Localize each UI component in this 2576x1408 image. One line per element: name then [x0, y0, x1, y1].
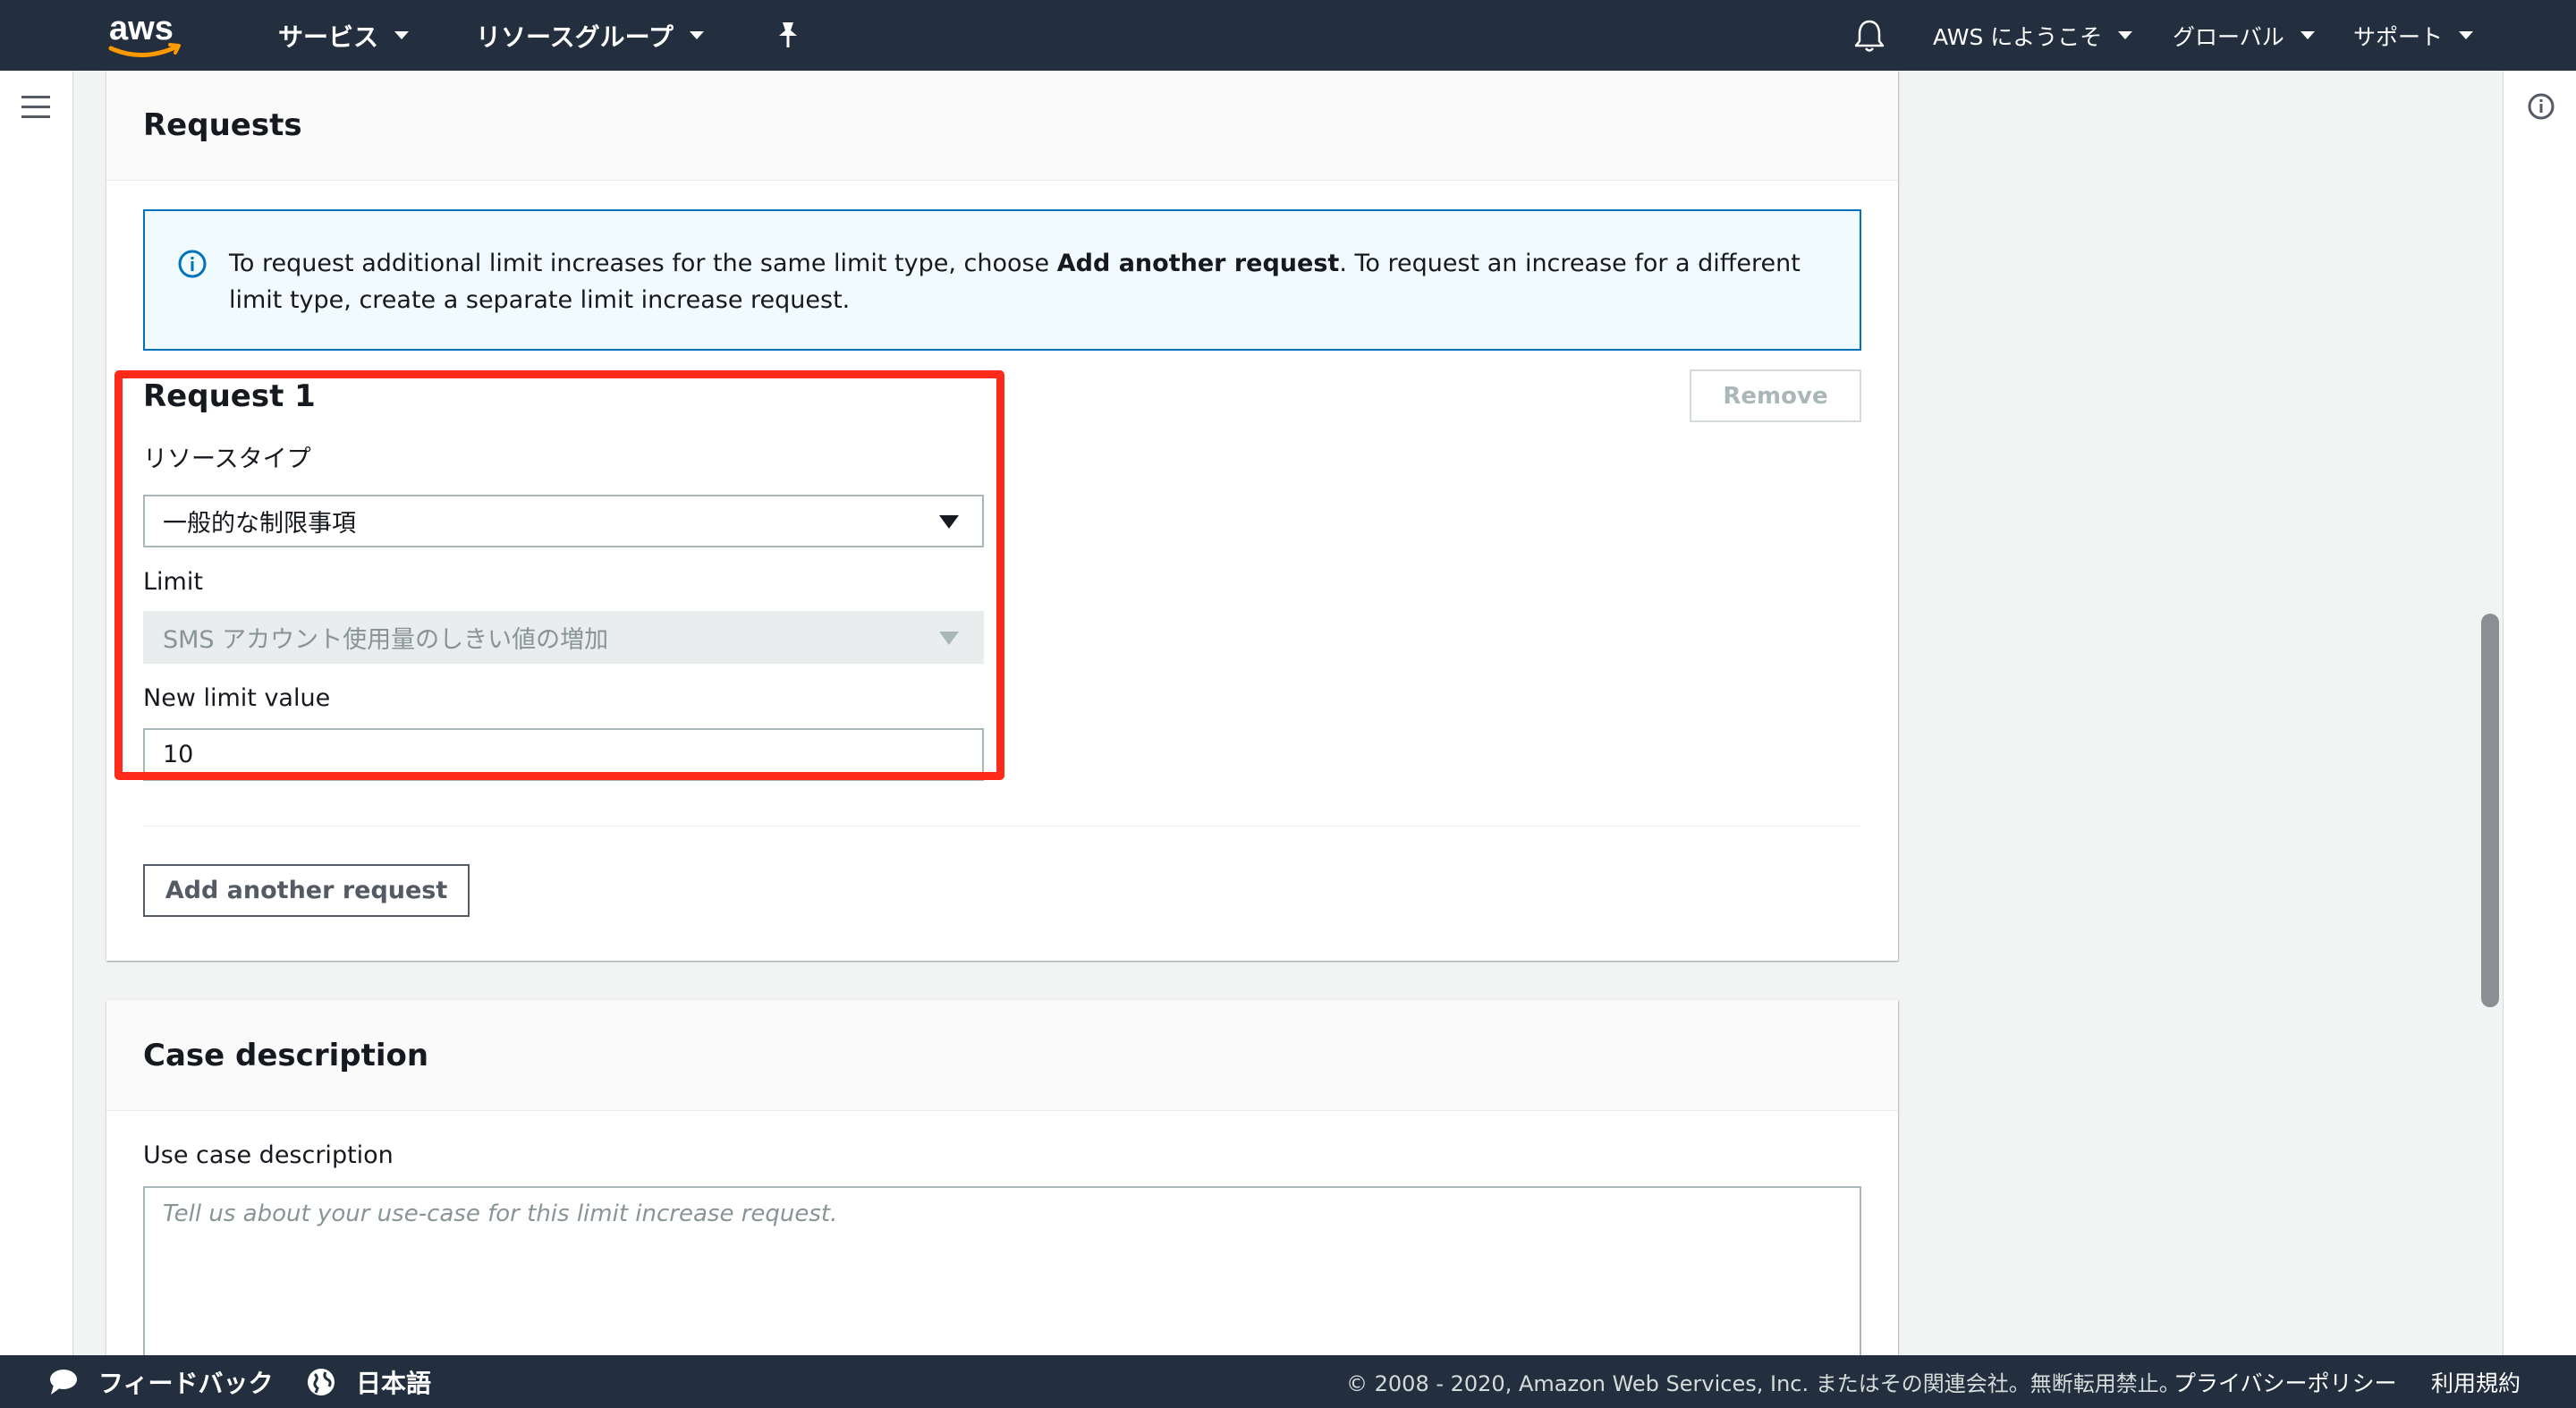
notifications-bell-icon[interactable] [1853, 18, 1885, 54]
right-rail [2503, 71, 2576, 1355]
region-menu[interactable]: グローバル [2173, 0, 2315, 71]
new-limit-input[interactable]: 10 [143, 728, 984, 781]
use-case-placeholder: Tell us about your use-case for this lim… [163, 1200, 838, 1227]
limit-label: Limit [143, 568, 203, 596]
chevron-down-icon [2300, 31, 2315, 39]
aws-logo-text: aws [109, 10, 174, 47]
use-case-label: Use case description [143, 1141, 394, 1169]
terms-link[interactable]: 利用規約 [2431, 1355, 2521, 1408]
feedback-link[interactable]: フィードバック [98, 1355, 273, 1408]
new-limit-value: 10 [163, 741, 194, 768]
add-another-request-button[interactable]: Add another request [143, 864, 470, 917]
case-description-panel-title: Case description [143, 1037, 429, 1073]
chevron-down-icon [2118, 31, 2133, 39]
resource-type-label: リソースタイプ [143, 445, 311, 473]
top-navigation: aws サービス リソースグループ AWS にようこそ グローバル サポート [0, 0, 2576, 71]
copyright-text: © 2008 - 2020, Amazon Web Services, Inc.… [1346, 1371, 2181, 1396]
footer: フィードバック 日本語 © 2008 - 2020, Amazon Web Se… [0, 1355, 2576, 1408]
support-menu-label: サポート [2353, 23, 2444, 50]
info-alert-text-before: To request additional limit increases fo… [229, 250, 1057, 277]
resource-groups-menu[interactable]: リソースグループ [476, 0, 704, 71]
privacy-policy-link[interactable]: プライバシーポリシー [2174, 1355, 2397, 1408]
chevron-down-icon [2459, 31, 2474, 39]
info-icon [177, 249, 208, 279]
pin-icon[interactable] [775, 20, 801, 50]
speech-bubble-icon [48, 1367, 79, 1397]
dropdown-arrow-icon [939, 515, 959, 529]
info-alert-text: To request additional limit increases fo… [229, 245, 1839, 318]
requests-panel-header: Requests [106, 71, 1898, 181]
resource-groups-menu-label: リソースグループ [476, 21, 674, 52]
account-menu[interactable]: AWS にようこそ [1933, 0, 2133, 71]
remove-button[interactable]: Remove [1690, 369, 1861, 422]
language-selector[interactable]: 日本語 [356, 1355, 431, 1408]
chevron-down-icon [394, 31, 410, 39]
services-menu-label: サービス [278, 21, 379, 52]
chevron-down-icon [689, 31, 704, 39]
region-menu-label: グローバル [2173, 23, 2284, 50]
info-alert-text-bold: Add another request [1056, 250, 1340, 277]
support-menu[interactable]: サポート [2353, 0, 2474, 71]
requests-panel-title: Requests [143, 107, 302, 143]
requests-panel: Requests To request additional limit inc… [106, 71, 1898, 961]
highlight-annotation-box [114, 370, 1004, 780]
left-rail [0, 71, 73, 1355]
case-description-panel: Case description Use case description Te… [106, 1000, 1898, 1408]
new-limit-label: New limit value [143, 684, 331, 712]
info-icon[interactable] [2527, 92, 2555, 121]
info-alert: To request additional limit increases fo… [143, 209, 1861, 351]
resource-type-value: 一般的な制限事項 [163, 510, 356, 538]
services-menu[interactable]: サービス [278, 0, 410, 71]
divider [143, 826, 1861, 827]
scrollbar-thumb[interactable] [2481, 614, 2499, 1007]
menu-icon[interactable] [21, 96, 50, 119]
resource-type-select[interactable]: 一般的な制限事項 [143, 495, 984, 547]
request-title: Request 1 [143, 378, 316, 414]
account-menu-label: AWS にようこそ [1933, 23, 2103, 50]
dropdown-arrow-icon [939, 632, 959, 645]
limit-value: SMS アカウント使用量のしきい値の増加 [163, 626, 609, 654]
limit-select: SMS アカウント使用量のしきい値の増加 [143, 611, 984, 664]
case-description-panel-header: Case description [106, 1000, 1898, 1111]
globe-icon [306, 1367, 336, 1397]
aws-logo[interactable]: aws [106, 7, 188, 61]
